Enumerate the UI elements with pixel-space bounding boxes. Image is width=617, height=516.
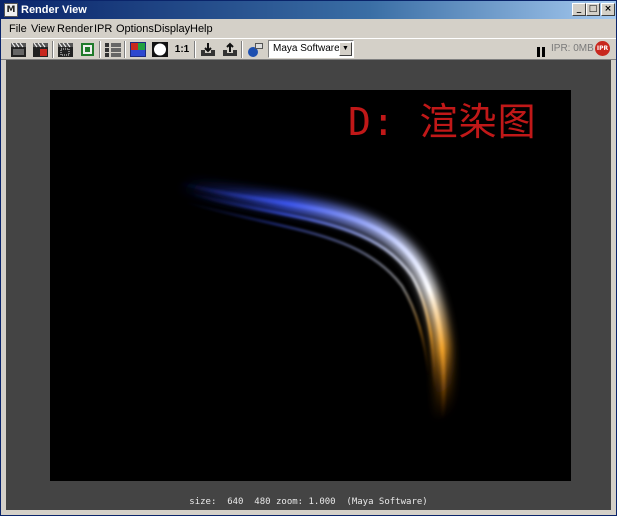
rgb-channels-icon[interactable] <box>129 41 147 58</box>
menu-ipr[interactable]: IPR <box>94 22 112 36</box>
render-view-window: M Render View _ □ × File View Render IPR… <box>0 0 617 516</box>
title-bar[interactable]: M Render View _ □ × <box>1 1 616 19</box>
menu-display[interactable]: Display <box>154 22 190 36</box>
renderer-selected-value: Maya Software <box>273 43 340 54</box>
pause-icon[interactable] <box>536 43 546 57</box>
menu-options[interactable]: Options <box>116 22 154 36</box>
render-settings-icon[interactable] <box>104 41 122 58</box>
toolbar-separator <box>99 41 101 58</box>
maya-app-icon: M <box>4 3 18 17</box>
ipr-memory-readout: IPR: 0MB <box>551 43 594 54</box>
ipr-icon[interactable]: IPR <box>595 41 610 56</box>
light-streak-image <box>177 175 452 419</box>
chevron-down-icon[interactable]: ▼ <box>339 42 352 56</box>
render-viewport[interactable]: D: 渲染图 size: 640 480 zoom: 1.000 (Maya S… <box>6 60 611 510</box>
image-info-status: size: 640 480 zoom: 1.000 (Maya Software… <box>189 497 428 507</box>
toolbar-separator <box>241 41 243 58</box>
close-button[interactable]: × <box>601 3 615 16</box>
menu-render[interactable]: Render <box>57 22 93 36</box>
menu-file[interactable]: File <box>9 22 27 36</box>
overlay-label: D: 渲染图 <box>348 100 537 144</box>
toolbar-separator <box>52 41 54 58</box>
toolbar-separator <box>124 41 126 58</box>
rendered-image: D: 渲染图 <box>50 90 571 481</box>
renderer-dropdown[interactable]: Maya Software ▼ <box>268 40 354 58</box>
menu-help[interactable]: Help <box>190 22 213 36</box>
menu-bar: File View Render IPR Options Display Hel… <box>1 20 616 38</box>
one-to-one-button[interactable]: 1:1 <box>173 41 191 58</box>
remove-image-icon[interactable] <box>221 41 239 58</box>
render-frame-icon[interactable] <box>10 41 28 58</box>
snapshot-icon[interactable] <box>79 41 97 58</box>
ipr-render-icon[interactable] <box>246 41 264 58</box>
minimize-button[interactable]: _ <box>572 3 586 16</box>
keep-image-icon[interactable] <box>199 41 217 58</box>
redo-render-icon[interactable] <box>32 41 50 58</box>
alpha-channel-icon[interactable] <box>151 41 169 58</box>
menu-view[interactable]: View <box>31 22 55 36</box>
render-region-icon[interactable] <box>57 41 75 58</box>
maximize-button[interactable]: □ <box>586 3 600 16</box>
window-title: Render View <box>21 4 87 16</box>
toolbar-separator <box>194 41 196 58</box>
toolbar: 1:1 Maya Software ▼ IPR: 0MB IPR <box>1 38 616 60</box>
